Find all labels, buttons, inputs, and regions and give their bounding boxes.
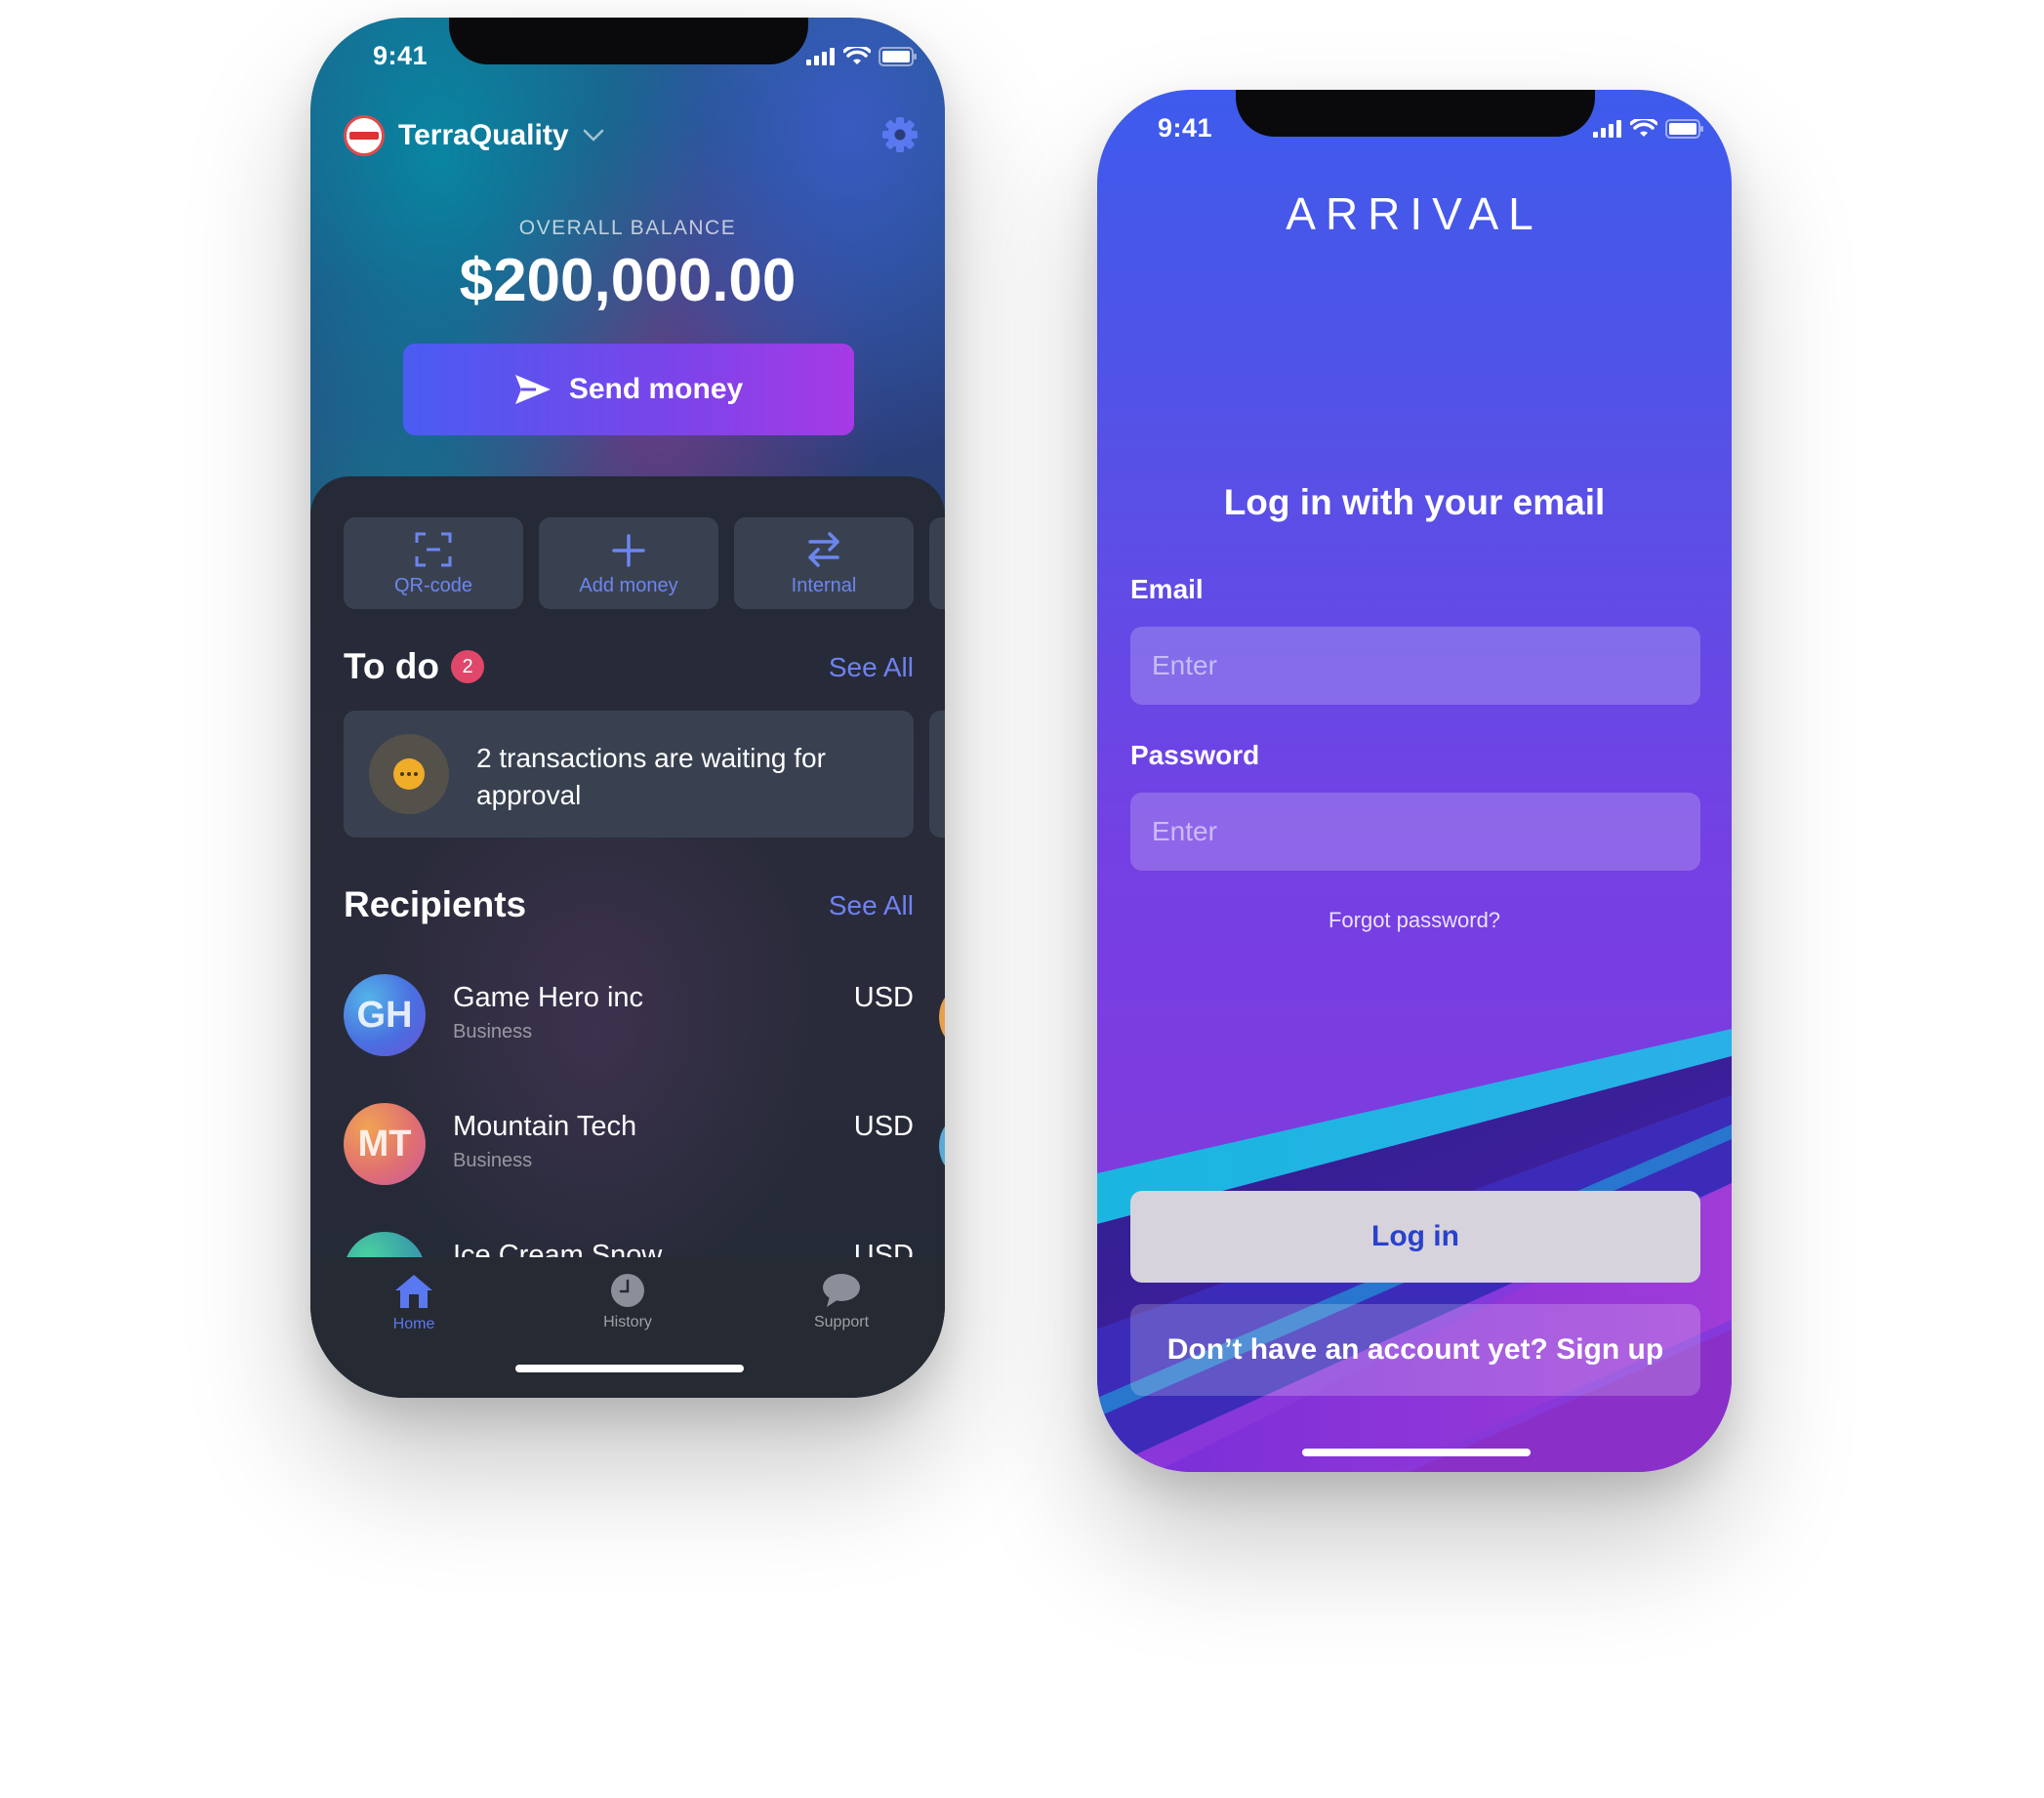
battery-icon — [879, 47, 917, 66]
clock-icon — [611, 1274, 644, 1307]
tab-history[interactable]: History — [564, 1273, 691, 1331]
tab-home[interactable]: Home — [350, 1273, 477, 1333]
pending-icon — [369, 734, 449, 814]
qr-code-action[interactable]: QR-code — [344, 517, 523, 609]
recipient-row[interactable]: GH Game Hero inc Business USD — [344, 974, 914, 1062]
todo-card[interactable]: 2 transactions are waiting for approval — [344, 711, 914, 838]
phone-notch — [449, 18, 808, 64]
recipient-row[interactable]: Ice Cream Snow USD — [344, 1232, 914, 1257]
recipient-name: Mountain Tech — [453, 1111, 637, 1142]
chat-bubble-icon — [823, 1274, 860, 1307]
recipient-name: Ice Cream Snow — [453, 1240, 663, 1257]
internal-transfer-action[interactable]: Internal — [734, 517, 914, 609]
action-tile-peek[interactable] — [929, 517, 945, 609]
banking-app-phone: 9:41 TerraQuality OVERALL BALANCE $200,0… — [310, 18, 945, 1398]
avatar: GH — [344, 974, 426, 1056]
add-money-label: Add money — [579, 575, 678, 596]
wifi-icon — [843, 47, 871, 64]
company-logo-icon — [344, 115, 385, 156]
avatar — [344, 1232, 426, 1257]
status-time: 9:41 — [1158, 113, 1213, 143]
battery-icon — [1665, 119, 1703, 139]
signup-button[interactable]: Don’t have an account yet? Sign up — [1130, 1304, 1700, 1396]
send-money-label: Send money — [568, 373, 744, 405]
qr-scan-icon — [415, 532, 452, 567]
recipient-name: Game Hero inc — [453, 982, 644, 1013]
tab-home-label: Home — [392, 1316, 435, 1332]
chevron-down-icon — [583, 129, 603, 142]
balance-label: OVERALL BALANCE — [518, 217, 737, 239]
account-switcher[interactable]: TerraQuality — [344, 115, 604, 156]
password-field[interactable] — [1130, 793, 1700, 871]
login-button[interactable]: Log in — [1130, 1191, 1700, 1283]
paper-plane-icon — [514, 375, 551, 404]
balance-amount: $200,000.00 — [459, 247, 797, 314]
transfer-arrows-icon — [808, 532, 839, 567]
home-indicator — [515, 1365, 744, 1372]
recipients-see-all-link[interactable]: See All — [829, 890, 914, 921]
forgot-password-link[interactable]: Forgot password? — [1097, 908, 1732, 933]
tab-bar: Home History Support — [310, 1257, 945, 1398]
home-indicator — [1302, 1449, 1531, 1456]
internal-label: Internal — [791, 575, 857, 596]
tab-support[interactable]: Support — [778, 1273, 905, 1331]
wifi-icon — [1630, 119, 1657, 137]
login-title: Log in with your email — [1223, 482, 1606, 522]
recipient-type: Business — [453, 1150, 533, 1171]
email-label: Email — [1130, 574, 1204, 604]
recipients-title: Recipients — [344, 884, 527, 924]
todo-title: To do — [344, 646, 439, 686]
brand-wordmark: ARRIVAL — [1286, 188, 1543, 239]
recipient-row[interactable]: MT Mountain Tech Business USD — [344, 1103, 914, 1191]
recipient-currency: USD — [853, 982, 914, 1013]
phone-notch — [1236, 90, 1595, 137]
tab-history-label: History — [603, 1314, 652, 1330]
status-time: 9:41 — [373, 41, 429, 70]
avatar: MT — [344, 1103, 426, 1185]
gear-icon[interactable] — [880, 115, 920, 154]
plus-icon — [612, 534, 645, 567]
recipient-type: Business — [453, 1021, 533, 1042]
account-name: TerraQuality — [398, 119, 569, 151]
tab-support-label: Support — [813, 1314, 870, 1330]
signal-icon — [806, 48, 835, 65]
send-money-button[interactable]: Send money — [403, 344, 854, 435]
signal-icon — [1593, 120, 1621, 138]
add-money-action[interactable]: Add money — [539, 517, 718, 609]
login-app-phone: 9:41 ARRIVAL Log in with your email Emai… — [1097, 90, 1732, 1472]
todo-card-peek[interactable] — [929, 711, 945, 838]
recipient-currency: USD — [853, 1240, 914, 1257]
status-icons — [806, 47, 918, 66]
recipient-currency: USD — [853, 1111, 914, 1142]
email-field[interactable] — [1130, 627, 1700, 705]
todo-card-text: 2 transactions are waiting for approval — [476, 743, 826, 810]
qr-code-label: QR-code — [393, 575, 473, 596]
todo-count-badge: 2 — [451, 650, 484, 683]
todo-see-all-link[interactable]: See All — [829, 652, 914, 683]
password-label: Password — [1130, 740, 1260, 770]
home-icon — [395, 1275, 432, 1308]
status-icons — [1593, 119, 1704, 139]
